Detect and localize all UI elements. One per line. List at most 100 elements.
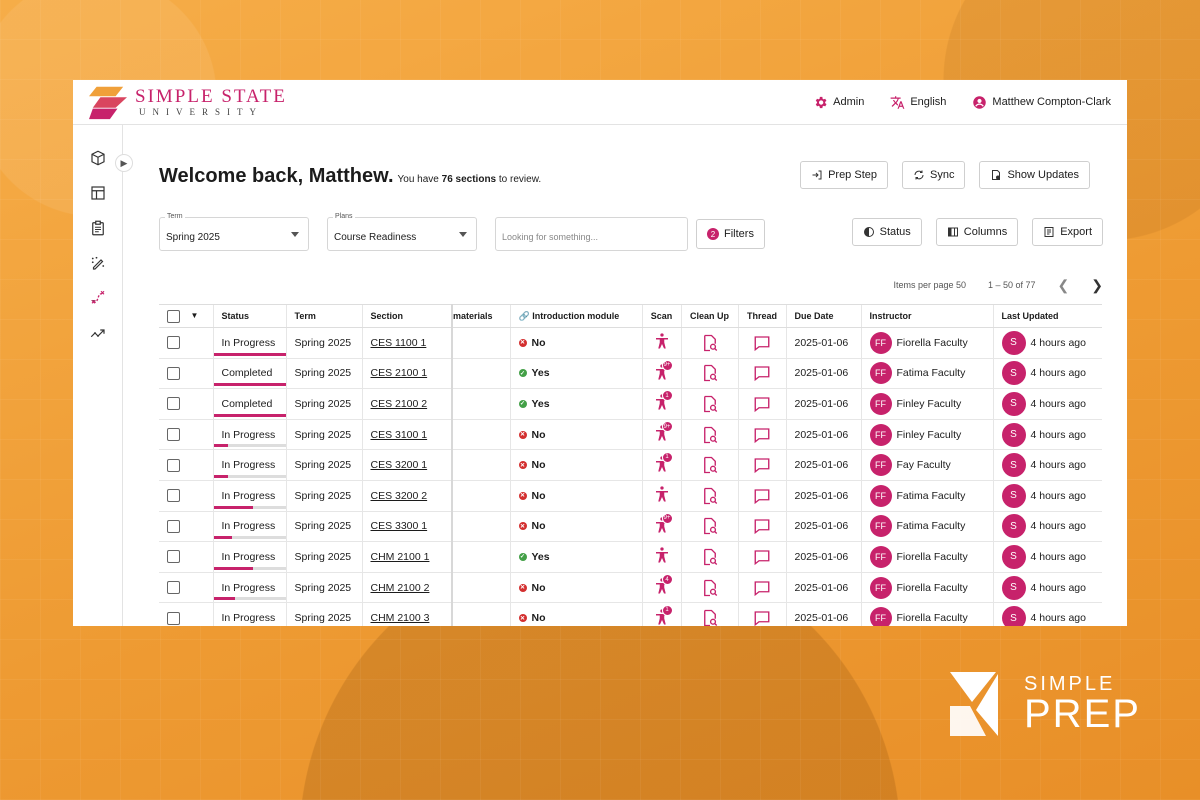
section-link[interactable]: CES 2100 1 [371, 367, 428, 379]
chat-bubble-icon[interactable] [753, 456, 771, 474]
section-link[interactable]: CES 3200 1 [371, 459, 428, 471]
row-checkbox[interactable] [167, 428, 180, 442]
header-last-updated[interactable]: Last Updated [992, 304, 1102, 328]
header-status[interactable]: Status [212, 304, 286, 328]
row-checkbox[interactable] [167, 489, 180, 503]
chat-bubble-icon[interactable] [753, 517, 771, 535]
table-row[interactable]: Completed Spring 2025 CES 2100 2 ✓ Yes 1 … [159, 388, 1102, 420]
document-search-icon[interactable] [701, 395, 719, 413]
document-search-icon[interactable] [701, 364, 719, 382]
scan-button[interactable] [651, 545, 673, 565]
scan-button[interactable]: 1 [651, 390, 673, 412]
header-term[interactable]: Term [285, 304, 362, 328]
row-checkbox[interactable] [167, 397, 180, 411]
chat-bubble-icon[interactable] [753, 579, 771, 597]
chat-bubble-icon[interactable] [753, 334, 771, 352]
scan-button[interactable]: 1 [651, 451, 673, 474]
chat-bubble-icon[interactable] [753, 548, 771, 566]
chat-bubble-icon[interactable] [753, 426, 771, 444]
status-dot-icon: ✕ [518, 614, 527, 623]
document-search-icon[interactable] [701, 517, 719, 535]
user-menu[interactable]: Matthew Compton-Clark [972, 95, 1111, 110]
table-row[interactable]: In Progress Spring 2025 CES 3200 2 ✕ No 2… [159, 480, 1102, 512]
layout-icon[interactable] [89, 184, 107, 202]
section-link[interactable]: CES 1100 1 [371, 337, 427, 349]
clipboard-icon[interactable] [89, 219, 107, 237]
table-row[interactable]: In Progress Spring 2025 CES 3100 1 ✕ No 9… [159, 419, 1102, 451]
chat-bubble-icon[interactable] [753, 395, 771, 413]
section-link[interactable]: CES 3200 2 [371, 490, 428, 502]
university-logo[interactable]: SIMPLE STATE UNIVERSITY [89, 83, 287, 121]
select-all-header[interactable]: ▼ [159, 304, 213, 328]
items-per-page[interactable]: Items per page 50 [893, 280, 966, 290]
sidebar-expand-chevron-icon[interactable]: ▶ [115, 154, 133, 172]
table-row[interactable]: In Progress Spring 2025 CES 3200 1 ✕ No 1… [159, 449, 1102, 481]
filters-button[interactable]: 2 Filters [696, 219, 765, 249]
scan-button[interactable]: 9+ [651, 359, 673, 382]
sparkle-edit-icon[interactable] [89, 254, 107, 272]
status-button[interactable]: Status [851, 218, 922, 246]
section-link[interactable]: CHM 2100 3 [371, 612, 430, 624]
chat-bubble-icon[interactable] [753, 364, 771, 382]
chat-bubble-icon[interactable] [753, 609, 771, 626]
document-search-icon[interactable] [701, 487, 719, 505]
scan-button[interactable]: 9+ [651, 421, 673, 443]
row-checkbox[interactable] [167, 366, 180, 380]
scan-button[interactable]: 1 [651, 604, 673, 626]
document-search-icon[interactable] [701, 456, 719, 474]
document-search-icon[interactable] [701, 609, 719, 626]
progress-bar [214, 444, 286, 448]
document-search-icon[interactable] [701, 334, 719, 352]
box-icon[interactable] [89, 149, 107, 167]
scan-button[interactable] [651, 331, 673, 351]
row-checkbox[interactable] [167, 458, 180, 472]
caret-down-icon[interactable]: ▼ [191, 311, 199, 320]
section-link[interactable]: CES 3100 1 [371, 429, 428, 441]
select-all-checkbox[interactable] [167, 309, 180, 323]
columns-button[interactable]: Columns [935, 218, 1019, 246]
show-updates-button[interactable]: Show Updates [979, 161, 1090, 189]
header-cleanup[interactable]: Clean Up [680, 304, 738, 328]
term-select[interactable]: Term Spring 2025 [159, 213, 309, 251]
row-checkbox[interactable] [167, 550, 180, 564]
document-search-icon[interactable] [701, 548, 719, 566]
table-row[interactable]: In Progress Spring 2025 CHM 2100 1 ✓ Yes … [159, 541, 1102, 573]
section-link[interactable]: CHM 2100 1 [371, 551, 430, 563]
table-row[interactable]: In Progress Spring 2025 CHM 2100 3 ✕ No 1… [159, 602, 1102, 626]
document-search-icon[interactable] [701, 579, 719, 597]
plans-select[interactable]: Plans Course Readiness [327, 213, 477, 251]
header-materials[interactable]: materials [451, 304, 510, 328]
route-icon[interactable] [89, 289, 107, 307]
scan-button[interactable]: 9+ [651, 512, 673, 535]
table-row[interactable]: In Progress Spring 2025 CES 1100 1 ✕ No 2… [159, 327, 1102, 359]
search-input[interactable]: Looking for something... [495, 217, 688, 251]
header-due-date[interactable]: Due Date [785, 304, 861, 328]
scan-button[interactable] [651, 484, 673, 504]
chat-bubble-icon[interactable] [753, 487, 771, 505]
table-row[interactable]: In Progress Spring 2025 CES 3300 1 ✕ No 9… [159, 511, 1102, 543]
table-row[interactable]: In Progress Spring 2025 CHM 2100 2 ✕ No 4… [159, 572, 1102, 604]
header-thread[interactable]: Thread [737, 304, 786, 328]
section-link[interactable]: CES 3300 1 [371, 520, 428, 532]
header-scan[interactable]: Scan [641, 304, 681, 328]
row-checkbox[interactable] [167, 336, 180, 350]
section-link[interactable]: CHM 2100 2 [371, 582, 430, 594]
sync-button[interactable]: Sync [901, 161, 966, 189]
prep-step-button[interactable]: Prep Step [800, 161, 888, 189]
row-checkbox[interactable] [167, 611, 180, 625]
row-checkbox[interactable] [167, 581, 180, 595]
header-section[interactable]: Section [361, 304, 453, 328]
language-selector[interactable]: English [890, 95, 946, 110]
header-instructor[interactable]: Instructor [860, 304, 993, 328]
next-page-icon[interactable]: ❯ [1091, 277, 1103, 294]
trend-icon[interactable] [89, 324, 107, 342]
row-checkbox[interactable] [167, 519, 180, 533]
table-row[interactable]: Completed Spring 2025 CES 2100 1 ✓ Yes 9+… [159, 358, 1102, 390]
export-button[interactable]: Export [1032, 218, 1103, 246]
scan-button[interactable]: 4 [651, 574, 673, 596]
header-intro[interactable]: 🔗 Introduction module [509, 304, 642, 328]
admin-link[interactable]: Admin [813, 95, 864, 110]
section-link[interactable]: CES 2100 2 [371, 398, 428, 410]
document-search-icon[interactable] [701, 426, 719, 444]
previous-page-icon[interactable]: ❮ [1058, 277, 1070, 294]
